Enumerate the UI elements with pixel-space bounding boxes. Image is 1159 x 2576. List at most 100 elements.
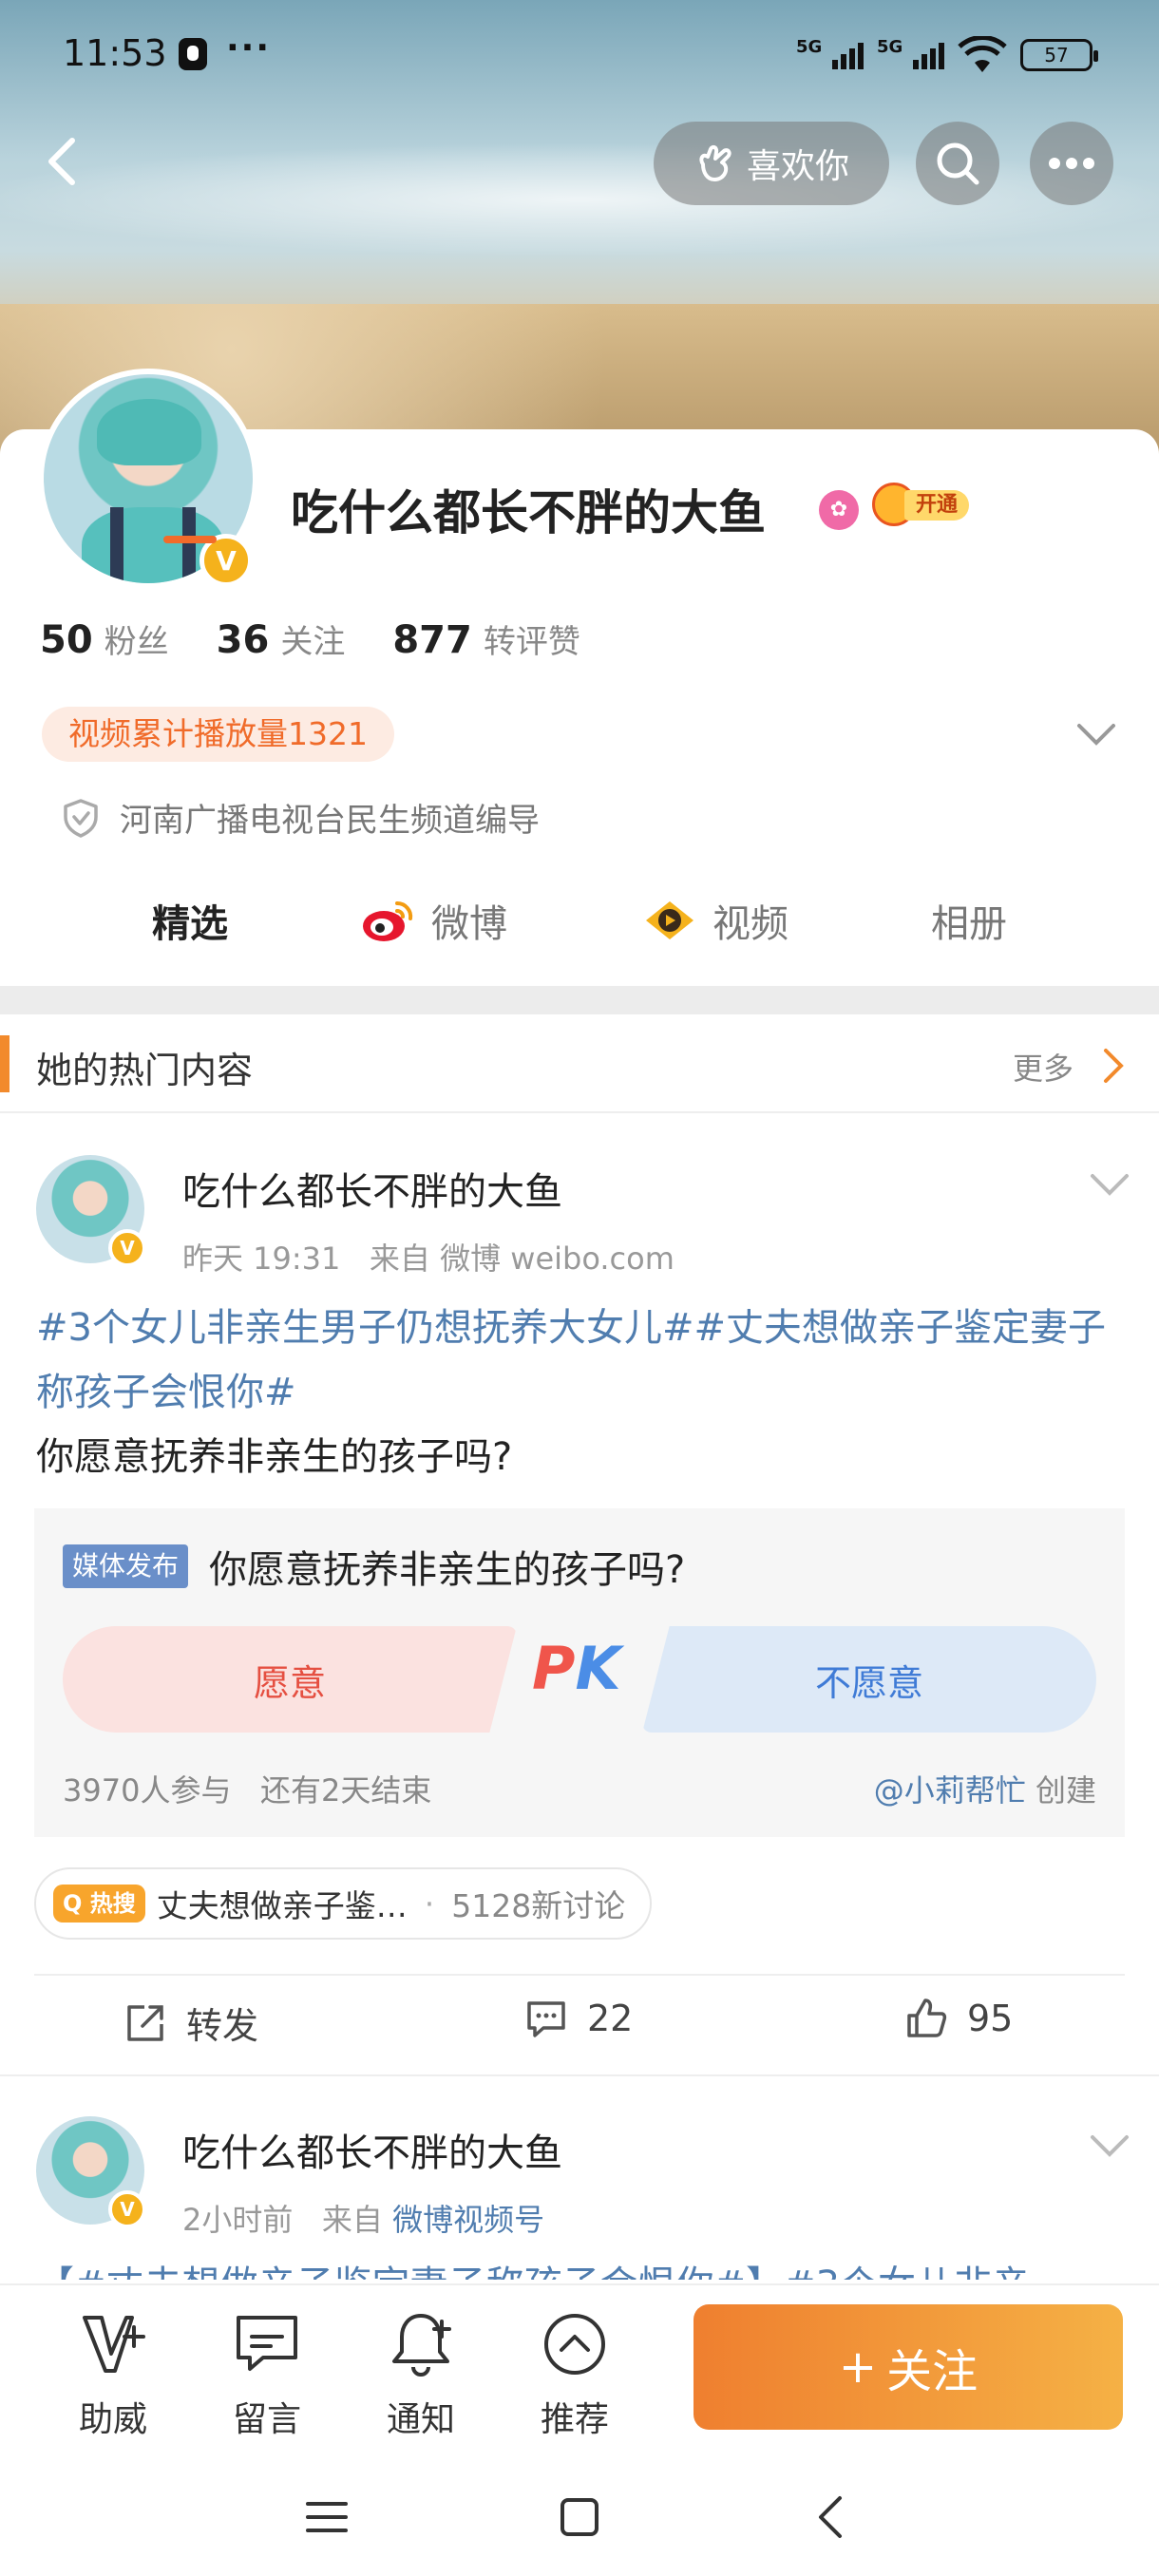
vote-yes-button[interactable]: 愿意 [63,1626,517,1733]
chevron-down-icon[interactable] [1089,2131,1130,2160]
profile-tabs: 精选 微博 视频 相册 [0,885,1159,971]
comment-button[interactable]: 22 [524,1997,633,2040]
cheer-v-icon [83,2316,145,2373]
hand-heart-icon [699,144,732,181]
post-body: #3个女儿非亲生男子仍想抚养大女儿##丈夫想做亲子鉴定妻子称孩子会恨你# 你愿意… [36,1296,1129,1489]
vip-open-label: 开通 [904,490,970,521]
like-count: 95 [967,1998,1014,2039]
stat-interactions[interactable]: 877 转评赞 [392,616,580,662]
bottom-item-label: 助威 [78,2400,147,2439]
comment-count: 22 [587,1998,634,2039]
home-square-icon[interactable] [553,2491,606,2544]
stat-followers[interactable]: 50 粉丝 [40,616,169,662]
status-time: 11:53 [63,32,167,74]
video-play-count-tag[interactable]: 视频累计播放量1321 [42,707,394,762]
shield-icon [64,798,98,838]
post-from-label: 来自 [369,1241,430,1277]
signal-icon: 5G [877,37,944,69]
vote-no-button[interactable]: 不愿意 [642,1626,1096,1733]
follow-button[interactable]: + 关注 [694,2304,1123,2430]
active-tab-indicator [163,536,217,543]
bottom-item-label: 通知 [386,2400,455,2439]
weibo-logo-icon [363,900,413,941]
system-back-icon[interactable] [806,2491,859,2544]
stat-label: 关注 [280,623,346,661]
stat-following[interactable]: 36 关注 [217,616,346,662]
bell-plus-icon [392,2314,451,2377]
repost-button[interactable]: 转发 [124,1997,258,2049]
status-icons: 5G 5G 57 [796,36,1098,74]
pk-p: P [532,1634,576,1703]
status-more-dots: ··· [226,28,272,67]
vote-creator-suffix: 创建 [1035,1772,1096,1809]
follow-label: 关注 [886,2345,978,2398]
bottom-action-bar: 助威 留言 通知 推荐 + 关注 [0,2283,1159,2454]
post-body-text: 你愿意抚养非亲生的孩子吗? [36,1435,513,1479]
profile-stats: 50 粉丝 36 关注 877 转评赞 [40,616,580,662]
message-icon [237,2316,297,2371]
profile-card: V 吃什么都长不胖的大鱼 ✿ 开通 50 粉丝 36 关注 877 转评赞 视频累计播… [0,369,1159,986]
repost-label: 转发 [186,2005,259,2047]
system-nav-bar [0,2454,1159,2576]
vote-creator: @小莉帮忙 创建 [874,1767,1096,1810]
tab-album[interactable]: 相册 [931,893,1007,948]
more-options-button[interactable] [1030,122,1113,205]
tab-featured[interactable]: 精选 [152,893,228,948]
chevron-up-circle-icon [544,2314,605,2375]
back-button[interactable] [34,133,91,190]
profile-name: 吃什么都长不胖的大鱼 [291,485,766,540]
post-body-preview: 【#丈夫想做亲子鉴定妻子称孩子会恨你#】#3个女儿非亲 [36,2253,1129,2280]
verified-badge-icon: V [108,1229,146,1267]
media-publish-tag: 媒体发布 [63,1544,189,1588]
plus-icon: + [838,2340,878,2394]
post-from-label: 来自 [321,2202,383,2238]
vote-card: 媒体发布 你愿意抚养非亲生的孩子吗? 愿意 PK 不愿意 3970人参与 还有2… [34,1508,1125,1837]
search-button[interactable] [916,122,999,205]
section-divider [0,986,1159,1014]
section-accent-bar [0,1035,10,1092]
bottom-item-label: 推荐 [540,2400,609,2439]
more-link[interactable]: 更多 [1013,1045,1074,1089]
post-author-name[interactable]: 吃什么都长不胖的大鱼 [182,2122,562,2177]
vote-participants: 3970人参与 [63,1772,232,1809]
chevron-down-icon[interactable] [1075,720,1117,748]
vote-question: 你愿意抚养非亲生的孩子吗? [209,1548,686,1592]
vote-creator-link[interactable]: @小莉帮忙 [874,1772,1026,1809]
chevron-down-icon[interactable] [1089,1170,1130,1199]
like-button[interactable]: 95 [904,1997,1013,2040]
topic-link[interactable]: #3个女儿非亲生男子仍想抚养大女儿# [36,1306,694,1350]
post-author-name[interactable]: 吃什么都长不胖的大鱼 [182,1161,562,1216]
post-meta: 昨天 19:31 来自 微博 weibo.com [182,1235,674,1279]
hot-search-badge: Q 热搜 [53,1885,145,1923]
post-source: 微博 weibo.com [440,1241,674,1277]
stat-value: 50 [40,618,93,662]
tab-video[interactable]: 视频 [642,893,788,948]
vip-open-badge[interactable]: 开通 [872,483,978,526]
chevron-right-icon[interactable] [1102,1047,1127,1085]
tab-label: 视频 [712,902,788,946]
cheer-button[interactable]: 助威 [51,2308,175,2441]
notification-app-icon [179,38,207,70]
like-you-button[interactable]: 喜欢你 [654,122,889,205]
bottom-item-label: 留言 [232,2400,301,2439]
message-button[interactable]: 留言 [205,2308,329,2441]
tab-label: 精选 [152,902,228,946]
notify-button[interactable]: 通知 [359,2308,483,2441]
stat-value: 877 [392,618,472,662]
vote-stats: 3970人参与 还有2天结束 [63,1767,431,1810]
thumbs-up-icon [907,1998,947,2037]
hot-search-pill[interactable]: Q 热搜 丈夫想做亲子鉴… · 5128新讨论 [34,1867,653,1940]
comment-icon [527,2001,565,2037]
battery-icon: 57 [1020,39,1098,71]
pk-label: PK [532,1634,621,1703]
menu-icon[interactable] [300,2491,353,2544]
post-source-link[interactable]: 微博视频号 [392,2202,544,2238]
recommend-button[interactable]: 推荐 [513,2308,636,2441]
hot-search-badge-label: 热搜 [89,1890,136,1917]
stat-label: 转评赞 [483,623,580,661]
tab-weibo[interactable]: 微博 [361,893,507,948]
fan-badge-icon[interactable]: ✿ [819,490,859,530]
signal-icon: 5G [796,37,864,69]
video-channel-icon [646,901,694,939]
vote-remaining: 还有2天结束 [259,1772,432,1809]
